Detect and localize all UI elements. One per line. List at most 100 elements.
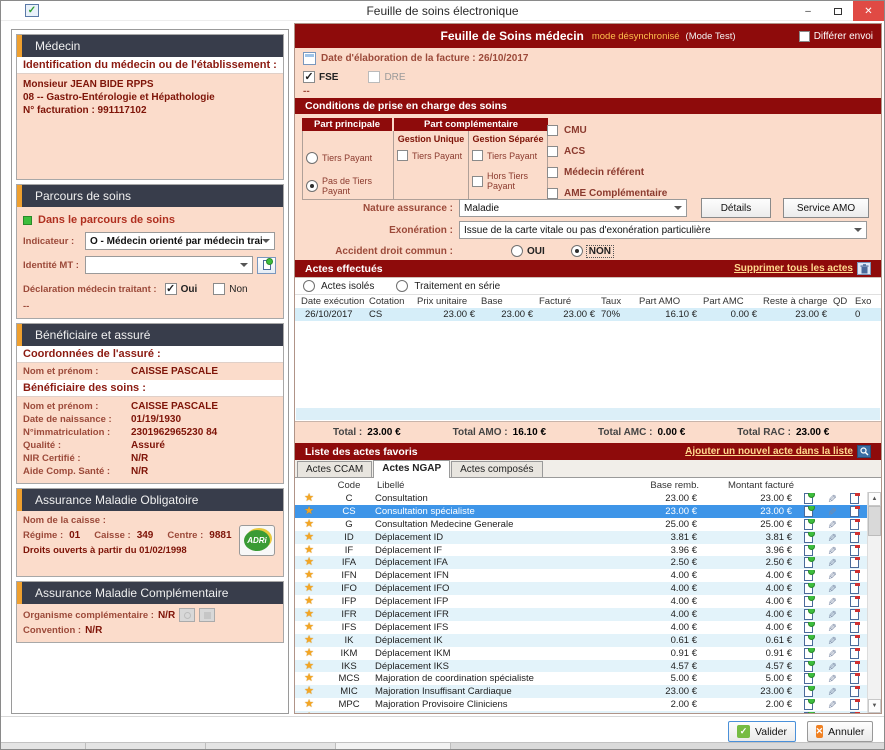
cmu-checkbox[interactable] (547, 125, 558, 136)
add-act-icon[interactable] (804, 699, 813, 710)
valider-button[interactable]: ✓ Valider (728, 721, 796, 742)
edit-icon[interactable]: ✎ (826, 687, 837, 696)
add-act-icon[interactable] (804, 583, 813, 594)
list-item[interactable]: ★ IF Déplacement IF 3.96 € 3.96 € ✎ (295, 544, 881, 557)
app-icon[interactable]: ✓ (25, 4, 39, 17)
adri-button[interactable]: ADRi (239, 525, 275, 556)
list-item[interactable]: ★ IFA Déplacement IFA 2.50 € 2.50 € ✎ (295, 556, 881, 569)
delete-act-icon[interactable] (850, 545, 859, 556)
list-item[interactable]: ★ MPC Majoration Provisoire Cliniciens 2… (295, 698, 881, 711)
declaration-non-checkbox[interactable] (213, 283, 225, 295)
list-item[interactable]: ★ MIC Majoration Insuffisant Cardiaque 2… (295, 685, 881, 698)
acte-row[interactable]: 26/10/2017 CS 23.00 € 23.00 € 23.00 € 70… (295, 308, 881, 321)
add-act-icon[interactable] (804, 648, 813, 659)
supprimer-actes-link[interactable]: Supprimer tous les actes (734, 263, 853, 274)
edit-icon[interactable]: ✎ (826, 636, 837, 645)
edit-icon[interactable]: ✎ (826, 558, 837, 567)
star-icon[interactable]: ★ (304, 532, 314, 543)
star-icon[interactable]: ★ (304, 686, 314, 697)
star-icon[interactable]: ★ (304, 661, 314, 672)
edit-icon[interactable]: ✎ (826, 545, 837, 554)
add-act-icon[interactable] (804, 493, 813, 504)
add-act-icon[interactable] (804, 545, 813, 556)
identite-mt-add-button[interactable] (257, 257, 276, 274)
gu-tiers-payant-checkbox[interactable] (397, 150, 408, 161)
add-act-icon[interactable] (804, 519, 813, 530)
star-icon[interactable]: ★ (304, 699, 314, 710)
star-icon[interactable]: ★ (304, 635, 314, 646)
add-act-icon[interactable] (804, 635, 813, 646)
edit-icon[interactable]: ✎ (826, 674, 837, 683)
maximize-button[interactable] (823, 1, 853, 21)
list-item[interactable]: ★ CS Consultation spécialiste 23.00 € 23… (295, 505, 881, 518)
list-item[interactable]: ★ IKM Déplacement IKM 0.91 € 0.91 € ✎ (295, 647, 881, 660)
delete-act-icon[interactable] (850, 635, 859, 646)
star-icon[interactable]: ★ (304, 493, 314, 504)
add-act-icon[interactable] (804, 686, 813, 697)
add-act-icon[interactable] (804, 596, 813, 607)
identite-mt-select[interactable] (85, 256, 253, 274)
star-icon[interactable]: ★ (304, 519, 314, 530)
add-act-icon[interactable] (804, 570, 813, 581)
declaration-oui-checkbox[interactable] (165, 283, 177, 295)
tab-actes-composes[interactable]: Actes composés (451, 461, 542, 477)
delete-act-icon[interactable] (850, 532, 859, 543)
fse-checkbox[interactable] (303, 71, 315, 83)
edit-icon[interactable]: ✎ (826, 533, 837, 542)
ajouter-acte-link[interactable]: Ajouter un nouvel acte dans la liste (685, 446, 853, 457)
add-act-icon[interactable] (804, 506, 813, 517)
edit-icon[interactable]: ✎ (826, 520, 837, 529)
star-icon[interactable]: ★ (304, 622, 314, 633)
edit-icon[interactable]: ✎ (826, 597, 837, 606)
acs-checkbox[interactable] (547, 146, 558, 157)
star-icon[interactable]: ★ (304, 545, 314, 556)
star-icon[interactable]: ★ (304, 506, 314, 517)
list-item[interactable]: ★ IFN Déplacement IFN 4.00 € 4.00 € ✎ (295, 569, 881, 582)
edit-icon[interactable]: ✎ (826, 700, 837, 709)
add-act-icon[interactable] (804, 712, 813, 713)
edit-icon[interactable]: ✎ (826, 661, 837, 670)
gs-tiers-payant-checkbox[interactable] (472, 150, 483, 161)
favoris-scrollbar[interactable]: ▲ ▼ (867, 492, 881, 713)
actes-hscroll[interactable] (296, 408, 880, 420)
edit-icon[interactable]: ✎ (826, 507, 837, 516)
edit-icon[interactable]: ✎ (826, 623, 837, 632)
star-icon[interactable]: ★ (304, 596, 314, 607)
delete-act-icon[interactable] (850, 493, 859, 504)
edit-icon[interactable]: ✎ (826, 571, 837, 580)
organisme-detail-button[interactable] (199, 608, 215, 622)
service-amo-button[interactable]: Service AMO (783, 198, 869, 218)
edit-icon[interactable]: ✎ (826, 610, 837, 619)
differer-envoi-checkbox[interactable] (799, 31, 810, 42)
actes-isoles-radio[interactable] (303, 280, 315, 292)
add-act-icon[interactable] (804, 532, 813, 543)
list-item[interactable]: ★ IFO Déplacement IFO 4.00 € 4.00 € ✎ (295, 582, 881, 595)
edit-icon[interactable]: ✎ (826, 649, 837, 658)
list-item[interactable]: ★ IKS Déplacement IKS 4.57 € 4.57 € ✎ (295, 660, 881, 673)
delete-act-icon[interactable] (850, 519, 859, 530)
annuler-button[interactable]: ✕ Annuler (807, 721, 873, 742)
delete-act-icon[interactable] (850, 648, 859, 659)
scroll-down-icon[interactable]: ▼ (868, 699, 881, 713)
exoneration-select[interactable]: Issue de la carte vitale ou pas d'exonér… (459, 221, 867, 239)
add-act-icon[interactable] (804, 661, 813, 672)
star-icon[interactable]: ★ (304, 609, 314, 620)
list-item[interactable]: ★ MTA Majoration 2.00 € 2.00 € ✎ (295, 711, 881, 713)
tab-actes-ccam[interactable]: Actes CCAM (297, 461, 372, 477)
list-item[interactable]: ★ IFS Déplacement IFS 4.00 € 4.00 € ✎ (295, 621, 881, 634)
scroll-up-icon[interactable]: ▲ (868, 492, 881, 506)
add-act-icon[interactable] (804, 609, 813, 620)
delete-all-button[interactable] (857, 262, 871, 275)
details-button[interactable]: Détails (701, 198, 771, 218)
delete-act-icon[interactable] (850, 596, 859, 607)
dre-checkbox[interactable] (368, 71, 380, 83)
delete-act-icon[interactable] (850, 699, 859, 710)
list-item[interactable]: ★ C Consultation 23.00 € 23.00 € ✎ (295, 492, 881, 505)
list-item[interactable]: ★ ID Déplacement ID 3.81 € 3.81 € ✎ (295, 531, 881, 544)
accident-non-radio[interactable] (571, 245, 583, 257)
accident-oui-radio[interactable] (511, 245, 523, 257)
delete-act-icon[interactable] (850, 570, 859, 581)
delete-act-icon[interactable] (850, 583, 859, 594)
gs-hors-tiers-payant-checkbox[interactable] (472, 176, 483, 187)
close-button[interactable]: ✕ (853, 1, 884, 21)
